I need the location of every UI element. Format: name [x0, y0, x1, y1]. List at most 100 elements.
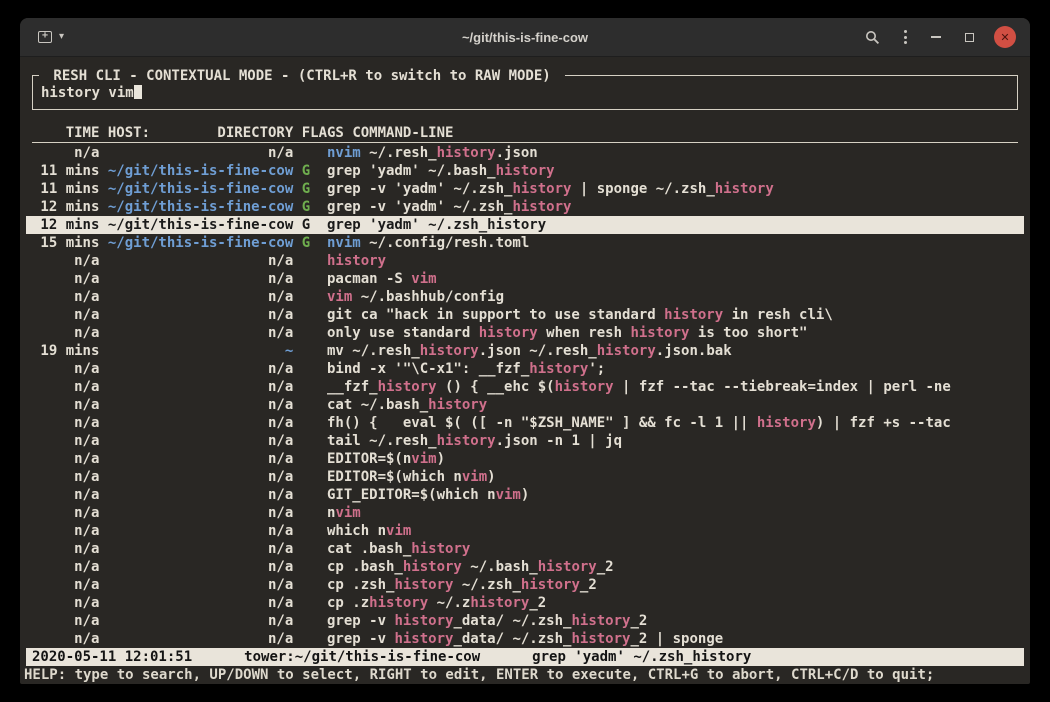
cell-command: grep -v history_data/ ~/.zsh_history_2	[327, 613, 647, 629]
history-row[interactable]: n/a n/a GIT_EDITOR=$(which nvim)	[32, 486, 1018, 504]
cell-command: grep -v 'yadm' ~/.zsh_history | sponge ~…	[327, 181, 774, 197]
titlebar-left-controls: + ▾	[34, 27, 68, 47]
command-match-text: history	[470, 595, 529, 611]
new-tab-icon: +	[38, 31, 52, 43]
cell-command: mv ~/.resh_history.json ~/.resh_history.…	[327, 343, 732, 359]
command-text: in resh cli\	[723, 307, 833, 323]
cell-command: grep 'yadm' ~/.zsh_history	[327, 217, 546, 233]
command-match-text: history	[394, 577, 453, 593]
history-row[interactable]: n/a n/a cp .zhistory ~/.zhistory_2	[32, 594, 1018, 612]
cell-host-directory: ~/git/this-is-fine-cow	[108, 198, 293, 216]
history-row[interactable]: n/a n/a cat .bash_history	[32, 540, 1018, 558]
command-text: cat .bash_	[327, 541, 411, 557]
cell-host-directory: n/a	[108, 288, 293, 306]
command-match-text: history	[378, 379, 437, 395]
history-row[interactable]: n/a n/a pacman -S vim	[32, 270, 1018, 288]
table-header: TIME HOST:DIRECTORY FLAGS COMMAND-LINE	[32, 124, 1018, 143]
history-row[interactable]: n/a n/a EDITOR=$(which nvim)	[32, 468, 1018, 486]
search-panel: RESH CLI - CONTEXTUAL MODE - (CTRL+R to …	[32, 75, 1018, 110]
history-row[interactable]: 15 mins ~/git/this-is-fine-cow G nvim ~/…	[32, 234, 1018, 252]
cell-command: grep -v 'yadm' ~/.zsh_history	[327, 199, 571, 215]
cell-host-directory: n/a	[108, 486, 293, 504]
cell-host-directory: n/a	[108, 306, 293, 324]
history-row[interactable]: n/a n/a tail ~/.resh_history.json -n 1 |…	[32, 432, 1018, 450]
cell-time: n/a	[32, 324, 99, 342]
command-match-text: history	[538, 559, 597, 575]
history-row[interactable]: n/a n/a grep -v history_data/ ~/.zsh_his…	[32, 612, 1018, 630]
history-row[interactable]: n/a n/a __fzf_history () { __ehc $(histo…	[32, 378, 1018, 396]
command-text: grep -v 'yadm' ~/.zsh_	[327, 181, 512, 197]
command-match-text: history	[521, 577, 580, 593]
history-row[interactable]: n/a n/a git ca "hack in support to use s…	[32, 306, 1018, 324]
command-match-text: history	[479, 325, 538, 341]
history-row[interactable]: 11 mins ~/git/this-is-fine-cow G grep 'y…	[32, 162, 1018, 180]
history-row[interactable]: 19 mins ~ mv ~/.resh_history.json ~/.res…	[32, 342, 1018, 360]
history-row[interactable]: n/a n/a grep -v history_data/ ~/.zsh_his…	[32, 630, 1018, 648]
cell-host-directory: n/a	[108, 468, 293, 486]
history-row[interactable]: n/a n/a cat ~/.bash_history	[32, 396, 1018, 414]
history-row[interactable]: n/a n/a which nvim	[32, 522, 1018, 540]
command-text: _2	[529, 595, 546, 611]
new-tab-button[interactable]: + ▾	[34, 27, 68, 47]
command-match-text: history	[512, 181, 571, 197]
cell-host-directory: ~	[108, 342, 293, 360]
search-query-text: history vim	[41, 85, 134, 101]
command-text: cp .z	[327, 595, 369, 611]
command-text: grep -v	[327, 613, 394, 629]
command-text: | sponge ~/.zsh_	[571, 181, 714, 197]
history-row[interactable]: 11 mins ~/git/this-is-fine-cow G grep -v…	[32, 180, 1018, 198]
restore-button[interactable]	[961, 29, 978, 46]
close-button[interactable]: ✕	[994, 26, 1016, 48]
history-row[interactable]: n/a n/a vim ~/.bashhub/config	[32, 288, 1018, 306]
history-row[interactable]: n/a n/a cp .bash_history ~/.bash_history…	[32, 558, 1018, 576]
command-text: ~/.bashhub/config	[352, 289, 504, 305]
command-match-text: vim	[335, 505, 360, 521]
command-text: cp .bash_	[327, 559, 403, 575]
search-input[interactable]: history vim	[41, 84, 1009, 102]
cell-time: n/a	[32, 306, 99, 324]
command-text: )	[521, 487, 529, 503]
history-row[interactable]: n/a n/a EDITOR=$(nvim)	[32, 450, 1018, 468]
cell-host-directory: n/a	[108, 324, 293, 342]
cell-time: n/a	[32, 558, 99, 576]
menu-button[interactable]	[900, 26, 911, 48]
history-row[interactable]: n/a n/a nvim ~/.resh_history.json	[32, 144, 1018, 162]
history-row[interactable]: n/a n/a nvim	[32, 504, 1018, 522]
cell-command: bind -x '"\C-x1": __fzf_history';	[327, 361, 605, 377]
cell-host-directory: n/a	[108, 144, 293, 162]
command-text: grep -v 'yadm' ~/.zsh_	[327, 199, 512, 215]
command-match-text: history	[757, 415, 816, 431]
status-bar: 2020-05-11 12:01:51 tower:~/git/this-is-…	[26, 648, 1024, 666]
cell-command: EDITOR=$(nvim)	[327, 451, 445, 467]
history-row[interactable]: n/a n/a cp .zsh_history ~/.zsh_history_2	[32, 576, 1018, 594]
history-row[interactable]: 12 mins ~/git/this-is-fine-cow G grep -v…	[32, 198, 1018, 216]
history-row[interactable]: n/a n/a fh() { eval $( ([ -n "$ZSH_NAME"…	[32, 414, 1018, 432]
command-text: _data/ ~/.zsh_	[453, 631, 571, 647]
command-text: pacman -S	[327, 271, 411, 287]
cell-flags: G	[302, 198, 319, 216]
cell-host-directory: ~/git/this-is-fine-cow	[108, 234, 293, 252]
command-text: ~/.z	[428, 595, 470, 611]
search-panel-title: RESH CLI - CONTEXTUAL MODE - (CTRL+R to …	[39, 67, 565, 85]
command-match-text: vim	[411, 451, 436, 467]
command-match-text: history	[420, 343, 479, 359]
cell-time: n/a	[32, 468, 99, 486]
history-row[interactable]: n/a n/a bind -x '"\C-x1": __fzf_history'…	[32, 360, 1018, 378]
cell-time: n/a	[32, 252, 99, 270]
history-row[interactable]: n/a n/a only use standard history when r…	[32, 324, 1018, 342]
command-text: _2 | sponge	[630, 631, 723, 647]
minimize-button[interactable]	[927, 32, 945, 42]
command-match-text: history	[437, 145, 496, 161]
cell-time: n/a	[32, 288, 99, 306]
command-match-text: vim	[327, 289, 352, 305]
cell-host-directory: n/a	[108, 360, 293, 378]
command-match-text: vim	[411, 271, 436, 287]
command-match-text: vim	[386, 523, 411, 539]
cell-flags: G	[302, 162, 319, 180]
history-row-selected[interactable]: 12 mins ~/git/this-is-fine-cow G grep 'y…	[26, 216, 1024, 234]
cell-flags: G	[302, 180, 319, 198]
search-button[interactable]	[861, 26, 884, 49]
command-text: nvim	[327, 235, 361, 251]
history-row[interactable]: n/a n/a history	[32, 252, 1018, 270]
command-text: | fzf --tac --tiebreak=index | perl -ne	[614, 379, 951, 395]
